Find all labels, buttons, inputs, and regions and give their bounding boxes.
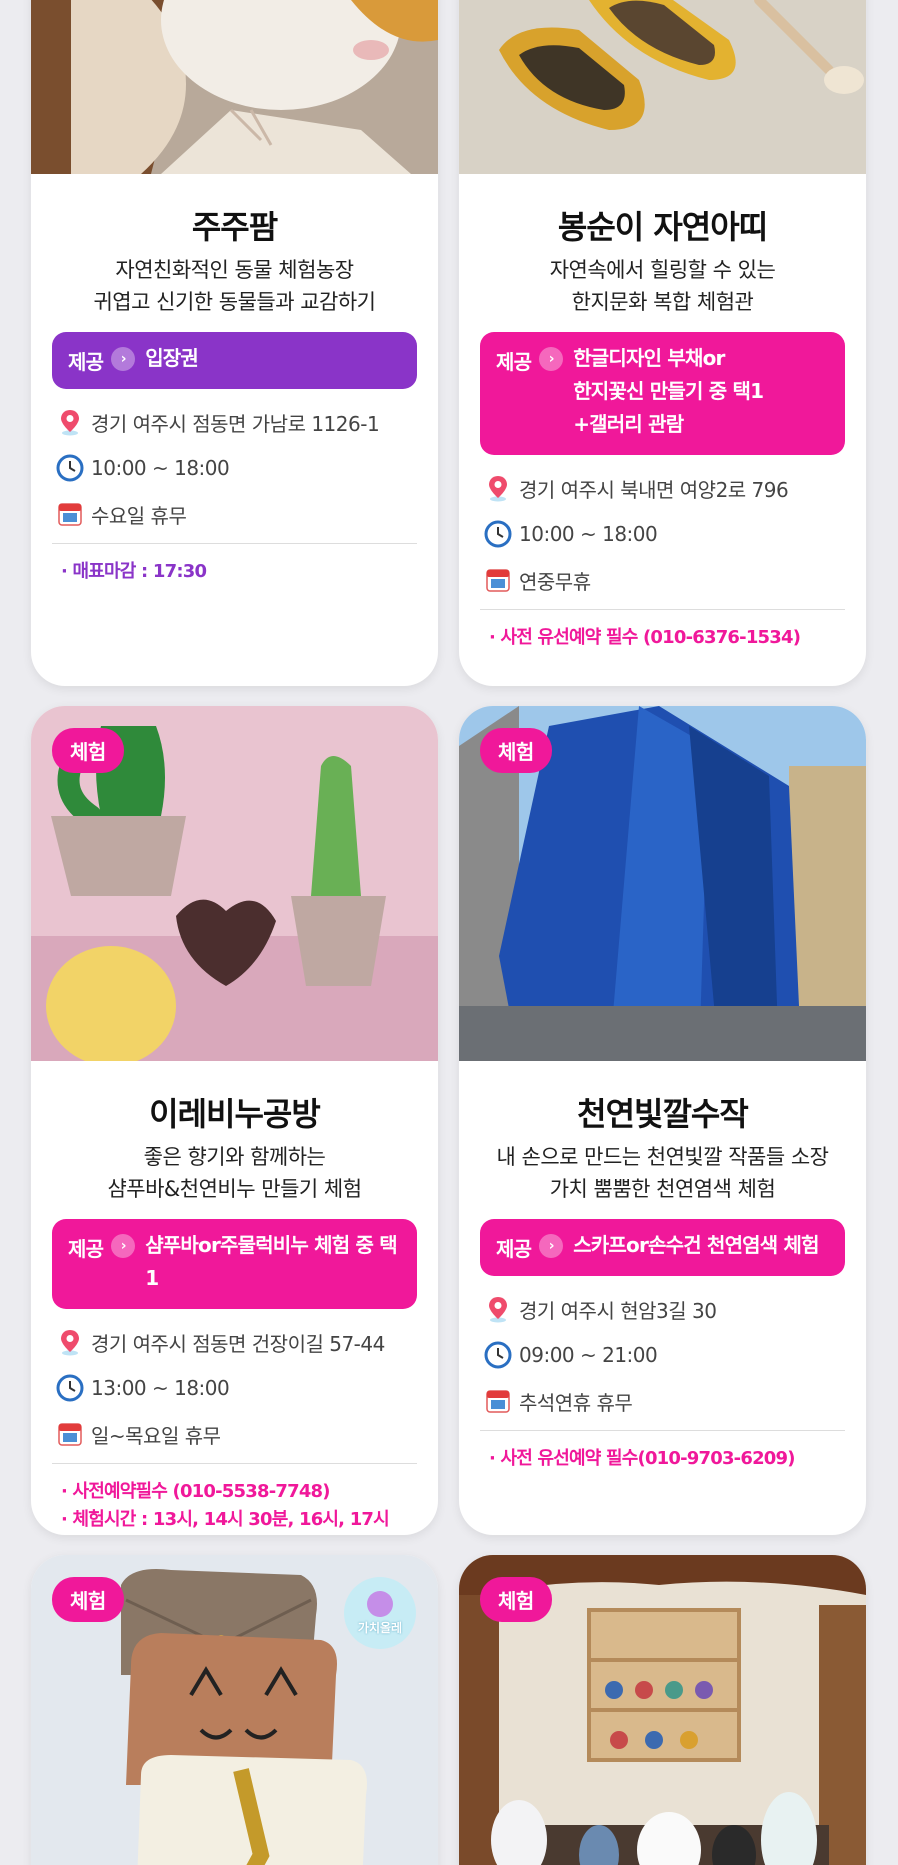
card-photo-indigo-fabric: 체험 bbox=[459, 706, 866, 1061]
card-bongsuni[interactable]: 봉순이 자연아띠 자연속에서 힐링할 수 있는 한지문화 복합 체험관 제공 ›… bbox=[459, 0, 866, 686]
card-photo-hanji-shoes bbox=[459, 0, 866, 174]
card-title: 이레비누공방 bbox=[149, 1095, 321, 1133]
card-body: 봉순이 자연아띠 자연속에서 힐링할 수 있는 한지문화 복합 체험관 제공 ›… bbox=[459, 174, 866, 652]
notes: · 사전 유선예약 필수(010-9703-6209) bbox=[489, 1448, 795, 1469]
chevron-right-icon: › bbox=[539, 347, 564, 371]
calendar-icon bbox=[58, 1423, 82, 1446]
card-description: 자연속에서 힐링할 수 있는 한지문화 복합 체험관 bbox=[549, 258, 776, 314]
info-list: 경기 여주시 점동면 가남로 1126-1 10:00 ~ 18:00 수요일 … bbox=[55, 399, 414, 537]
divider bbox=[480, 1430, 845, 1431]
address-row: 경기 여주시 점동면 건장이길 57-44 bbox=[55, 1319, 414, 1365]
clock-icon bbox=[484, 520, 512, 548]
info-list: 경기 여주시 북내면 여양2로 796 10:00 ~ 18:00 연중무휴 bbox=[483, 465, 842, 603]
calendar-icon bbox=[486, 569, 510, 592]
notes: · 사전예약필수 (010-5538-7748) · 체험시간 : 13시, 1… bbox=[61, 1481, 390, 1530]
hours-row: 10:00 ~ 18:00 bbox=[483, 511, 842, 557]
location-pin-icon bbox=[61, 410, 79, 436]
provide-text: 샴푸바or주물럭비누 체험 중 택1 bbox=[145, 1233, 398, 1290]
value-badge: 가치올레 bbox=[344, 1577, 416, 1649]
address-row: 경기 여주시 점동면 가남로 1126-1 bbox=[55, 399, 414, 445]
closed-row: 일~목요일 휴무 bbox=[55, 1411, 414, 1457]
card-photo-cactus-soap: 체험 bbox=[31, 706, 438, 1061]
card-photo-guinea-pig bbox=[31, 0, 438, 174]
location-pin-icon bbox=[61, 1330, 79, 1356]
provide-text: 한글디자인 부채or 한지꽃신 만들기 중 택1 +갤러리 관람 bbox=[573, 346, 764, 436]
provide-label: 제공 bbox=[68, 1237, 104, 1261]
card-ceramics[interactable]: 체험 bbox=[459, 1555, 866, 1865]
notes: · 매표마감 : 17:30 bbox=[61, 561, 207, 582]
flower-icon bbox=[367, 1590, 393, 1617]
address-row: 경기 여주시 현암3길 30 bbox=[483, 1286, 842, 1332]
info-list: 경기 여주시 현암3길 30 09:00 ~ 21:00 추석연휴 휴무 bbox=[483, 1286, 842, 1424]
card-description: 좋은 향기와 함께하는 샴푸바&천연비누 만들기 체험 bbox=[107, 1145, 362, 1201]
address-row: 경기 여주시 북내면 여양2로 796 bbox=[483, 465, 842, 511]
calendar-icon bbox=[58, 503, 82, 526]
card-description: 자연친화적인 동물 체험농장 귀엽고 신기한 동물들과 교감하기 bbox=[93, 258, 376, 314]
card-natural-dye[interactable]: 체험 천연빛깔수작 내 손으로 만드는 천연빛깔 작품들 소장 가치 뿜뿜한 천… bbox=[459, 706, 866, 1535]
card-grid: 주주팜 자연친화적인 동물 체험농장 귀엽고 신기한 동물들과 교감하기 제공 … bbox=[0, 0, 898, 1865]
experience-tag: 체험 bbox=[480, 1577, 552, 1622]
card-photo-ceramics-shop: 체험 bbox=[459, 1555, 866, 1865]
card-title: 봉순이 자연아띠 bbox=[557, 208, 768, 246]
closed-row: 추석연휴 휴무 bbox=[483, 1378, 842, 1424]
card-description: 내 손으로 만드는 천연빛깔 작품들 소장 가치 뿜뿜한 천연염색 체험 bbox=[496, 1145, 830, 1201]
card-ire-soap[interactable]: 체험 이레비누공방 좋은 향기와 함께하는 샴푸바&천연비누 만들기 체험 제공… bbox=[31, 706, 438, 1535]
provide-box: 제공 › 한글디자인 부채or 한지꽃신 만들기 중 택1 +갤러리 관람 bbox=[480, 332, 845, 455]
card-title: 천연빛깔수작 bbox=[577, 1095, 749, 1133]
closed-row: 수요일 휴무 bbox=[55, 491, 414, 537]
clock-icon bbox=[56, 1374, 84, 1402]
calendar-icon bbox=[486, 1390, 510, 1413]
chevron-right-icon: › bbox=[539, 1234, 564, 1258]
card-body: 이레비누공방 좋은 향기와 함께하는 샴푸바&천연비누 만들기 체험 제공 › … bbox=[31, 1061, 438, 1534]
location-pin-icon bbox=[489, 476, 507, 502]
divider bbox=[480, 609, 845, 610]
divider bbox=[52, 1463, 417, 1464]
provide-box: 제공 › 샴푸바or주물럭비누 체험 중 택1 bbox=[52, 1219, 417, 1309]
experience-tag: 체험 bbox=[52, 1577, 124, 1622]
card-leather-pouch[interactable]: 체험 가치올레 bbox=[31, 1555, 438, 1865]
provide-text: 스카프or손수건 천연염색 체험 bbox=[573, 1233, 819, 1257]
hours-row: 13:00 ~ 18:00 bbox=[55, 1365, 414, 1411]
divider bbox=[52, 543, 417, 544]
card-body: 천연빛깔수작 내 손으로 만드는 천연빛깔 작품들 소장 가치 뿜뿜한 천연염색… bbox=[459, 1061, 866, 1473]
location-pin-icon bbox=[489, 1297, 507, 1323]
chevron-right-icon: › bbox=[111, 347, 136, 371]
notes: · 사전 유선예약 필수 (010-6376-1534) bbox=[489, 627, 801, 648]
experience-tag: 체험 bbox=[52, 728, 124, 773]
experience-tag: 체험 bbox=[480, 728, 552, 773]
provide-label: 제공 bbox=[496, 350, 532, 374]
card-title: 주주팜 bbox=[191, 208, 278, 246]
card-body: 주주팜 자연친화적인 동물 체험농장 귀엽고 신기한 동물들과 교감하기 제공 … bbox=[31, 174, 438, 586]
provide-box: 제공 › 입장권 bbox=[52, 332, 417, 389]
clock-icon bbox=[56, 454, 84, 482]
hours-row: 10:00 ~ 18:00 bbox=[55, 445, 414, 491]
clock-icon bbox=[484, 1341, 512, 1369]
card-photo-leather-pouches: 체험 가치올레 bbox=[31, 1555, 438, 1865]
hours-row: 09:00 ~ 21:00 bbox=[483, 1332, 842, 1378]
provide-label: 제공 bbox=[68, 350, 104, 374]
closed-row: 연중무휴 bbox=[483, 557, 842, 603]
provide-text: 입장권 bbox=[145, 346, 199, 370]
chevron-right-icon: › bbox=[111, 1234, 136, 1258]
card-jujufarm[interactable]: 주주팜 자연친화적인 동물 체험농장 귀엽고 신기한 동물들과 교감하기 제공 … bbox=[31, 0, 438, 686]
info-list: 경기 여주시 점동면 건장이길 57-44 13:00 ~ 18:00 일~목요… bbox=[55, 1319, 414, 1457]
provide-label: 제공 bbox=[496, 1237, 532, 1261]
provide-box: 제공 › 스카프or손수건 천연염색 체험 bbox=[480, 1219, 845, 1276]
